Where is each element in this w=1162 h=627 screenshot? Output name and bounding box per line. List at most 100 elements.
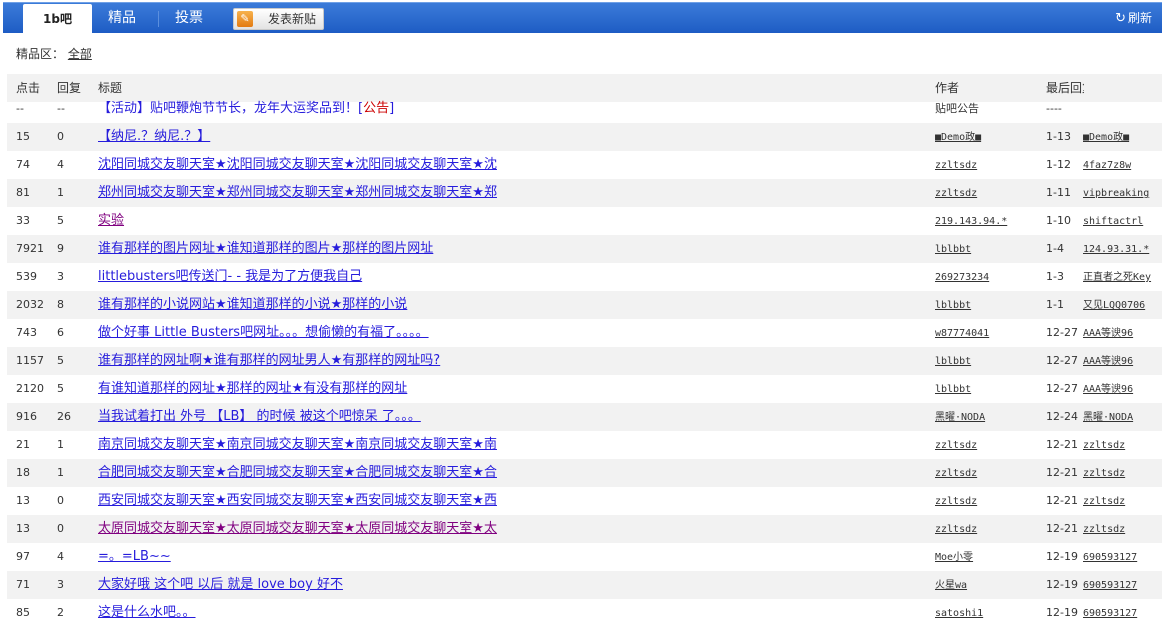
- announcement-tag: 公告: [363, 101, 390, 116]
- row-last-reply-date: 12-19: [1046, 606, 1078, 619]
- thread-title-link[interactable]: 南京同城交友聊天室★南京同城交友聊天室★南京同城交友聊天室★南: [98, 437, 497, 452]
- filter-all-link[interactable]: 全部: [68, 47, 92, 61]
- row-title-cell: 实验: [98, 211, 928, 231]
- row-title-cell: 谁有那样的图片网址★谁知道那样的图片★那样的图片网址: [98, 239, 928, 259]
- author-link[interactable]: 火星wa: [935, 580, 967, 591]
- thread-title-link[interactable]: 西安同城交友聊天室★西安同城交友聊天室★西安同城交友聊天室★西: [98, 493, 497, 508]
- author-link[interactable]: lblbbt: [935, 244, 971, 255]
- author-link[interactable]: lblbbt: [935, 356, 971, 367]
- thread-title-link[interactable]: 当我试着打出 外号 【LB】 的时候 被这个吧惊呆 了。。。: [98, 409, 421, 424]
- row-replies: 4: [57, 158, 64, 171]
- last-reply-user-link[interactable]: AAA等谀96: [1083, 356, 1133, 367]
- author-link[interactable]: lblbbt: [935, 300, 971, 311]
- row-last-reply-cell: zzltsdz: [1083, 463, 1162, 484]
- last-reply-user-link[interactable]: zzltsdz: [1083, 440, 1125, 451]
- row-title-cell: 做个好事 Little Busters吧网址。。。想偷懒的有福了。。。。: [98, 323, 928, 343]
- thread-title-link[interactable]: =。=LB~~: [98, 549, 171, 564]
- tab-toupiao[interactable]: 投票: [175, 3, 203, 33]
- refresh-button[interactable]: ↻ 刷新: [1115, 3, 1152, 33]
- last-reply-user-link[interactable]: ■Demo政■: [1083, 132, 1129, 143]
- row-replies: 3: [57, 270, 64, 283]
- row-last-reply-cell: shiftactrl: [1083, 211, 1162, 232]
- row-replies: 6: [57, 326, 64, 339]
- tab-divider: [158, 11, 159, 27]
- row-author-cell: zzltsdz: [935, 155, 1045, 176]
- last-reply-user-link[interactable]: zzltsdz: [1083, 496, 1125, 507]
- last-reply-user-link[interactable]: 黑曜·NODA: [1083, 412, 1133, 423]
- author-link[interactable]: Moe小零: [935, 552, 973, 563]
- row-clicks: 21: [16, 438, 30, 451]
- thread-title-link[interactable]: 谁有那样的网址啊★谁有那样的网址男人★有那样的网址吗?: [98, 353, 440, 368]
- row-author-cell: 黑曜·NODA: [935, 407, 1045, 428]
- row-last-reply-date: 12-19: [1046, 578, 1078, 591]
- row-title-cell: 太原同城交友聊天室★太原同城交友聊天室★太原同城交友聊天室★太: [98, 519, 928, 539]
- last-reply-user-link[interactable]: zzltsdz: [1083, 524, 1125, 535]
- jingpin-filter: 精品区： 全部: [16, 45, 92, 62]
- last-reply-user-link[interactable]: 124.93.31.*: [1083, 244, 1149, 255]
- author-link[interactable]: zzltsdz: [935, 524, 977, 535]
- tab-forum-home[interactable]: 1b吧: [23, 4, 92, 35]
- row-author-cell: 219.143.94.*: [935, 211, 1045, 232]
- row-replies: 5: [57, 354, 64, 367]
- table-row: 81 1 郑州同城交友聊天室★郑州同城交友聊天室★郑州同城交友聊天室★郑 zzltsd…: [7, 179, 1162, 207]
- row-author-cell: 火星wa: [935, 575, 1045, 596]
- row-author-cell: satoshi1: [935, 603, 1045, 624]
- thread-title-link[interactable]: 做个好事 Little Busters吧网址。。。想偷懒的有福了。。。。: [98, 325, 429, 340]
- author-link[interactable]: zzltsdz: [935, 468, 977, 479]
- thread-title-link[interactable]: 郑州同城交友聊天室★郑州同城交友聊天室★郑州同城交友聊天室★郑: [98, 185, 497, 200]
- row-clicks: 97: [16, 550, 30, 563]
- thread-title-link[interactable]: 【纳尼.？纳尼.？】: [98, 129, 210, 144]
- last-reply-user-link[interactable]: 690593127: [1083, 552, 1137, 563]
- thread-title-link[interactable]: 合肥同城交友聊天室★合肥同城交友聊天室★合肥同城交友聊天室★合: [98, 465, 497, 480]
- tab-jingpin[interactable]: 精品: [108, 3, 136, 33]
- author-link[interactable]: satoshi1: [935, 608, 983, 619]
- last-reply-user-link[interactable]: 690593127: [1083, 608, 1137, 619]
- author-link[interactable]: 黑曜·NODA: [935, 412, 985, 423]
- row-title-cell: 大家好哦 这个吧 以后 就是 love boy 好不: [98, 575, 928, 595]
- row-replies: 9: [57, 242, 64, 255]
- thread-title-link[interactable]: 大家好哦 这个吧 以后 就是 love boy 好不: [98, 577, 343, 592]
- row-last-reply-cell: 4faz7z8w: [1083, 155, 1162, 176]
- thread-title-link[interactable]: 这是什么水吧。。: [98, 605, 196, 620]
- last-reply-user-link[interactable]: 又见LQQ0706: [1083, 300, 1145, 311]
- last-reply-user-link[interactable]: vipbreaking: [1083, 188, 1149, 199]
- author-link[interactable]: lblbbt: [935, 384, 971, 395]
- last-reply-user-link[interactable]: AAA等谀96: [1083, 328, 1133, 339]
- author-link[interactable]: 219.143.94.*: [935, 216, 1007, 227]
- author-link[interactable]: zzltsdz: [935, 188, 977, 199]
- last-reply-user-link[interactable]: shiftactrl: [1083, 216, 1143, 227]
- table-row: 85 2 这是什么水吧。。 satoshi1 12-19 690593127: [7, 599, 1162, 627]
- row-clicks: 2120: [16, 382, 44, 395]
- row-author-cell: zzltsdz: [935, 519, 1045, 540]
- row-author-cell: lblbbt: [935, 239, 1045, 260]
- row-last-reply-cell: zzltsdz: [1083, 519, 1162, 540]
- last-reply-user-link[interactable]: zzltsdz: [1083, 468, 1125, 479]
- author-link[interactable]: w87774041: [935, 328, 989, 339]
- thread-title-link[interactable]: 谁有那样的图片网址★谁知道那样的图片★那样的图片网址: [98, 241, 433, 256]
- row-replies: 8: [57, 298, 64, 311]
- last-reply-user-link[interactable]: 正直者之死Key: [1083, 272, 1151, 283]
- author-link[interactable]: zzltsdz: [935, 440, 977, 451]
- author-link[interactable]: ■Demo政■: [935, 132, 981, 143]
- last-reply-user-link[interactable]: 690593127: [1083, 580, 1137, 591]
- row-title-cell: 南京同城交友聊天室★南京同城交友聊天室★南京同城交友聊天室★南: [98, 435, 928, 455]
- table-row: 71 3 大家好哦 这个吧 以后 就是 love boy 好不 火星wa 12-19 69…: [7, 571, 1162, 599]
- new-post-button[interactable]: ✎ 发表新贴: [233, 8, 324, 30]
- thread-title-link[interactable]: 谁有那样的小说网站★谁知道那样的小说★那样的小说: [98, 297, 407, 312]
- row-clicks: 74: [16, 158, 30, 171]
- row-last-reply-date: 12-27: [1046, 326, 1078, 339]
- author-link[interactable]: zzltsdz: [935, 160, 977, 171]
- new-post-label: 发表新贴: [268, 12, 317, 26]
- row-last-reply-cell: AAA等谀96: [1083, 351, 1162, 372]
- thread-title-link[interactable]: 有谁知道那样的网址★那样的网址★有没有那样的网址: [98, 381, 407, 396]
- announcement-title-link[interactable]: 【活动】贴吧鞭炮节节长，龙年大运奖品到！: [98, 101, 358, 116]
- thread-title-link[interactable]: 沈阳同城交友聊天室★沈阳同城交友聊天室★沈阳同城交友聊天室★沈: [98, 157, 497, 172]
- last-reply-user-link[interactable]: 4faz7z8w: [1083, 160, 1131, 171]
- last-reply-user-link[interactable]: AAA等谀96: [1083, 384, 1133, 395]
- thread-title-link[interactable]: littlebusters吧传送门- - 我是为了方便我自己: [98, 269, 362, 284]
- thread-title-link[interactable]: 太原同城交友聊天室★太原同城交友聊天室★太原同城交友聊天室★太: [98, 521, 497, 536]
- author-link[interactable]: 269273234: [935, 272, 989, 283]
- author-link[interactable]: zzltsdz: [935, 496, 977, 507]
- thread-title-link[interactable]: 实验: [98, 213, 124, 228]
- row-clicks: 743: [16, 326, 37, 339]
